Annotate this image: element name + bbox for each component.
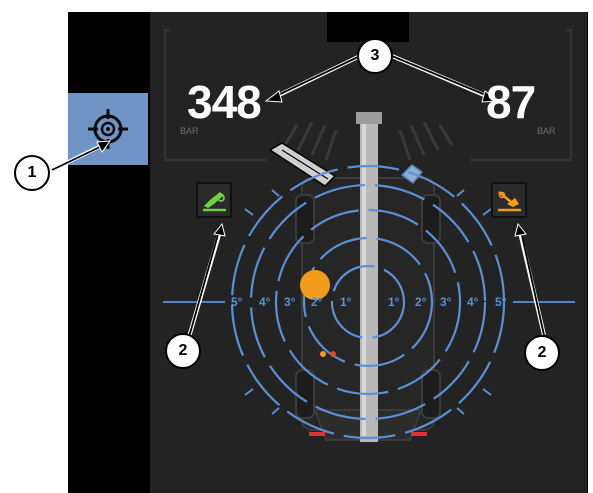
tilt-label-left: 2° — [311, 295, 323, 309]
right-pressure-unit: BAR — [537, 126, 556, 136]
callout-3: 3 — [357, 38, 393, 74]
tilt-label-right: 4° — [467, 295, 479, 309]
left-outrigger-leg — [268, 142, 337, 187]
tilt-label-right: 2° — [415, 295, 427, 309]
callout-1: 1 — [14, 155, 50, 191]
status-led-orange — [320, 351, 326, 357]
orange-outrigger-icon — [498, 191, 521, 212]
green-outrigger-icon — [203, 192, 226, 212]
left-pressure-value: 348 — [187, 76, 262, 128]
leveling-graphic — [51, 29, 575, 442]
tilt-label-right: 1° — [388, 295, 400, 309]
tilt-label-left: 5° — [231, 295, 243, 309]
right-outrigger-mode-button[interactable] — [491, 182, 527, 218]
status-led-red — [330, 351, 336, 357]
tilt-label-left: 3° — [284, 295, 296, 309]
tilt-label-right: 3° — [440, 295, 452, 309]
tilt-label-left: 4° — [259, 295, 271, 309]
left-outrigger-mode-button[interactable] — [196, 182, 232, 218]
right-pressure-value: 87 — [486, 76, 536, 128]
tilt-label-right: 5° — [495, 295, 507, 309]
callout-2-left: 2 — [165, 333, 201, 369]
left-pressure-unit: BAR — [180, 126, 199, 136]
callout-2-right: 2 — [524, 335, 560, 371]
tilt-label-left: 1° — [340, 295, 352, 309]
